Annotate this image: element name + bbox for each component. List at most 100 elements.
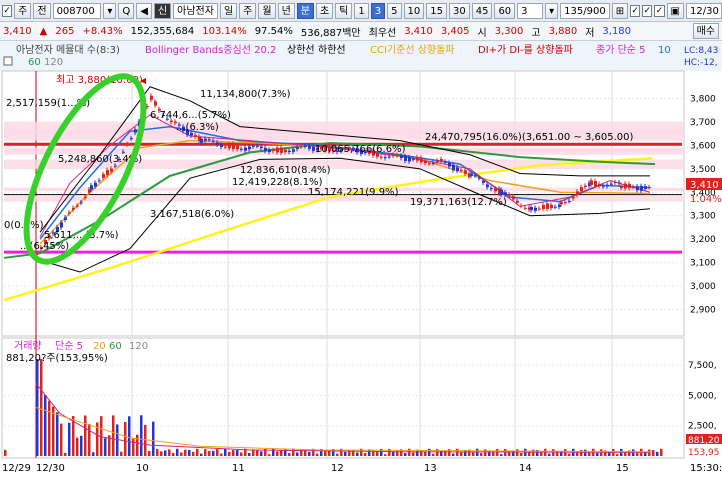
kind-select[interactable]: 전 [33,2,51,19]
volume-bar [260,451,263,456]
minute-3[interactable]: 3 [370,2,386,19]
volume-bar [472,452,475,456]
candle-body [200,138,203,143]
period-minute[interactable]: 분 [296,2,314,19]
candle-body [436,160,439,163]
volume-bar [180,452,183,456]
legend-hc: HC:-12, [684,58,718,68]
candle-body [444,161,447,163]
volume-bar [296,452,299,456]
candle-body [554,206,557,208]
interval-input[interactable]: 3 [517,2,544,19]
legend-lc: LC:8,43 [684,46,718,56]
minute-5[interactable]: 5 [387,2,402,19]
volume-bar [532,449,535,456]
period-year[interactable]: 년 [277,2,295,19]
annotation-a4: 11,134,800(7.3%) [200,89,291,100]
volume-bar [188,450,191,456]
settings-icon[interactable]: ▣ [666,2,684,19]
volume-bar [344,451,347,456]
annotation-a13: 3,167,518(6.0%) [150,209,234,220]
legend-cci: CCI기준선 상향돌파 [370,44,455,56]
annotation-a5: 6,744,6...(5.7%) [150,110,231,121]
candle-body [64,217,67,220]
minute-60[interactable]: 60 [494,2,516,19]
volume-bar [232,450,235,456]
search-icon[interactable]: Q [118,2,135,19]
add-icon[interactable]: ⊞ [611,2,629,19]
volume-bar [80,435,83,456]
annotation-a7: 10,065,766(6.6%) [315,144,406,155]
candle-body [494,188,497,192]
volume-bar [356,452,359,456]
legend-expand-icon[interactable] [3,56,13,66]
candle-body [380,156,383,158]
period-tick[interactable]: 틱 [335,2,353,19]
date-input[interactable]: 12/30 [686,2,722,19]
minute-1[interactable]: 1 [354,2,369,19]
candle-body [114,165,117,167]
low-label: 저 [585,27,595,39]
prev-stock-icon[interactable]: ◀ [136,2,152,19]
candle-body [576,191,579,196]
price-tick-label: 3,600 [690,141,716,151]
candle-body [474,175,477,177]
volume-bar [172,453,175,456]
candle-body [260,146,263,149]
volume-bar [128,416,131,456]
minute-45[interactable]: 45 [471,2,493,19]
candle-body [208,139,211,141]
type-select[interactable]: 주 [14,2,32,19]
option-checkbox-1[interactable]: ✓ [630,4,641,17]
volume-bar [116,424,119,456]
volume-value: 152,355,684 [130,25,195,37]
minute-10[interactable]: 10 [403,2,425,19]
time-axis-label: 11 [232,463,245,474]
chart-panel: 아남전자 메뮬대 수(8:3) Bollinger Bands중심선 20.2 … [0,41,722,479]
buy-button[interactable]: 매수 [692,23,719,39]
volume-ma20: 20 [93,341,106,352]
minute-30[interactable]: 30 [448,2,470,19]
candle-body [580,187,583,192]
volume-bar [148,450,151,456]
candle-body [126,143,129,145]
current-volume-box-text: 881,20 [688,436,720,446]
current-price-box-text: 3,410 [690,180,719,191]
candle-body [264,147,267,152]
period-week[interactable]: 주 [239,2,257,19]
candle-body [280,147,283,153]
candle-body [598,183,601,187]
stock-code-input[interactable]: 008700 [52,2,102,19]
candle-body [620,185,623,189]
period-month[interactable]: 월 [258,2,276,19]
volume-bar [516,449,519,456]
minute-15[interactable]: 15 [426,2,447,19]
toolbar-checkbox[interactable]: ✓ [2,4,13,17]
volume-bar [644,452,647,456]
candle-body [384,157,387,159]
dropdown-arrow-icon[interactable]: ▾ [103,2,117,19]
volume-bar [248,453,251,456]
candle-body [232,143,235,150]
volume-bar [240,452,243,456]
volume-bar [336,453,339,456]
volume-bar [168,449,171,456]
volume-bar [652,450,655,456]
candle-body [110,168,113,172]
candle-body [288,150,291,152]
quote-bar: 3,410 ▲ 265 +8.43% 152,355,684 103.14% 9… [0,22,722,41]
period-second[interactable]: 초 [315,2,334,19]
interval-dropdown-icon[interactable]: ▾ [545,2,559,19]
option-checkbox-3[interactable]: ✓ [654,4,665,17]
change-value: 265 [55,25,75,37]
candle-body [388,156,391,158]
volume-bar [136,434,139,456]
period-day[interactable]: 일 [219,2,238,19]
candle-body [98,180,101,182]
price-tick-label: 3,100 [690,259,716,269]
option-checkbox-2[interactable]: ✓ [642,4,653,17]
candle-body [60,222,63,228]
time-axis-label: 15:30:0 [690,463,722,474]
candle-body [424,160,427,164]
volume-bar [160,451,163,456]
